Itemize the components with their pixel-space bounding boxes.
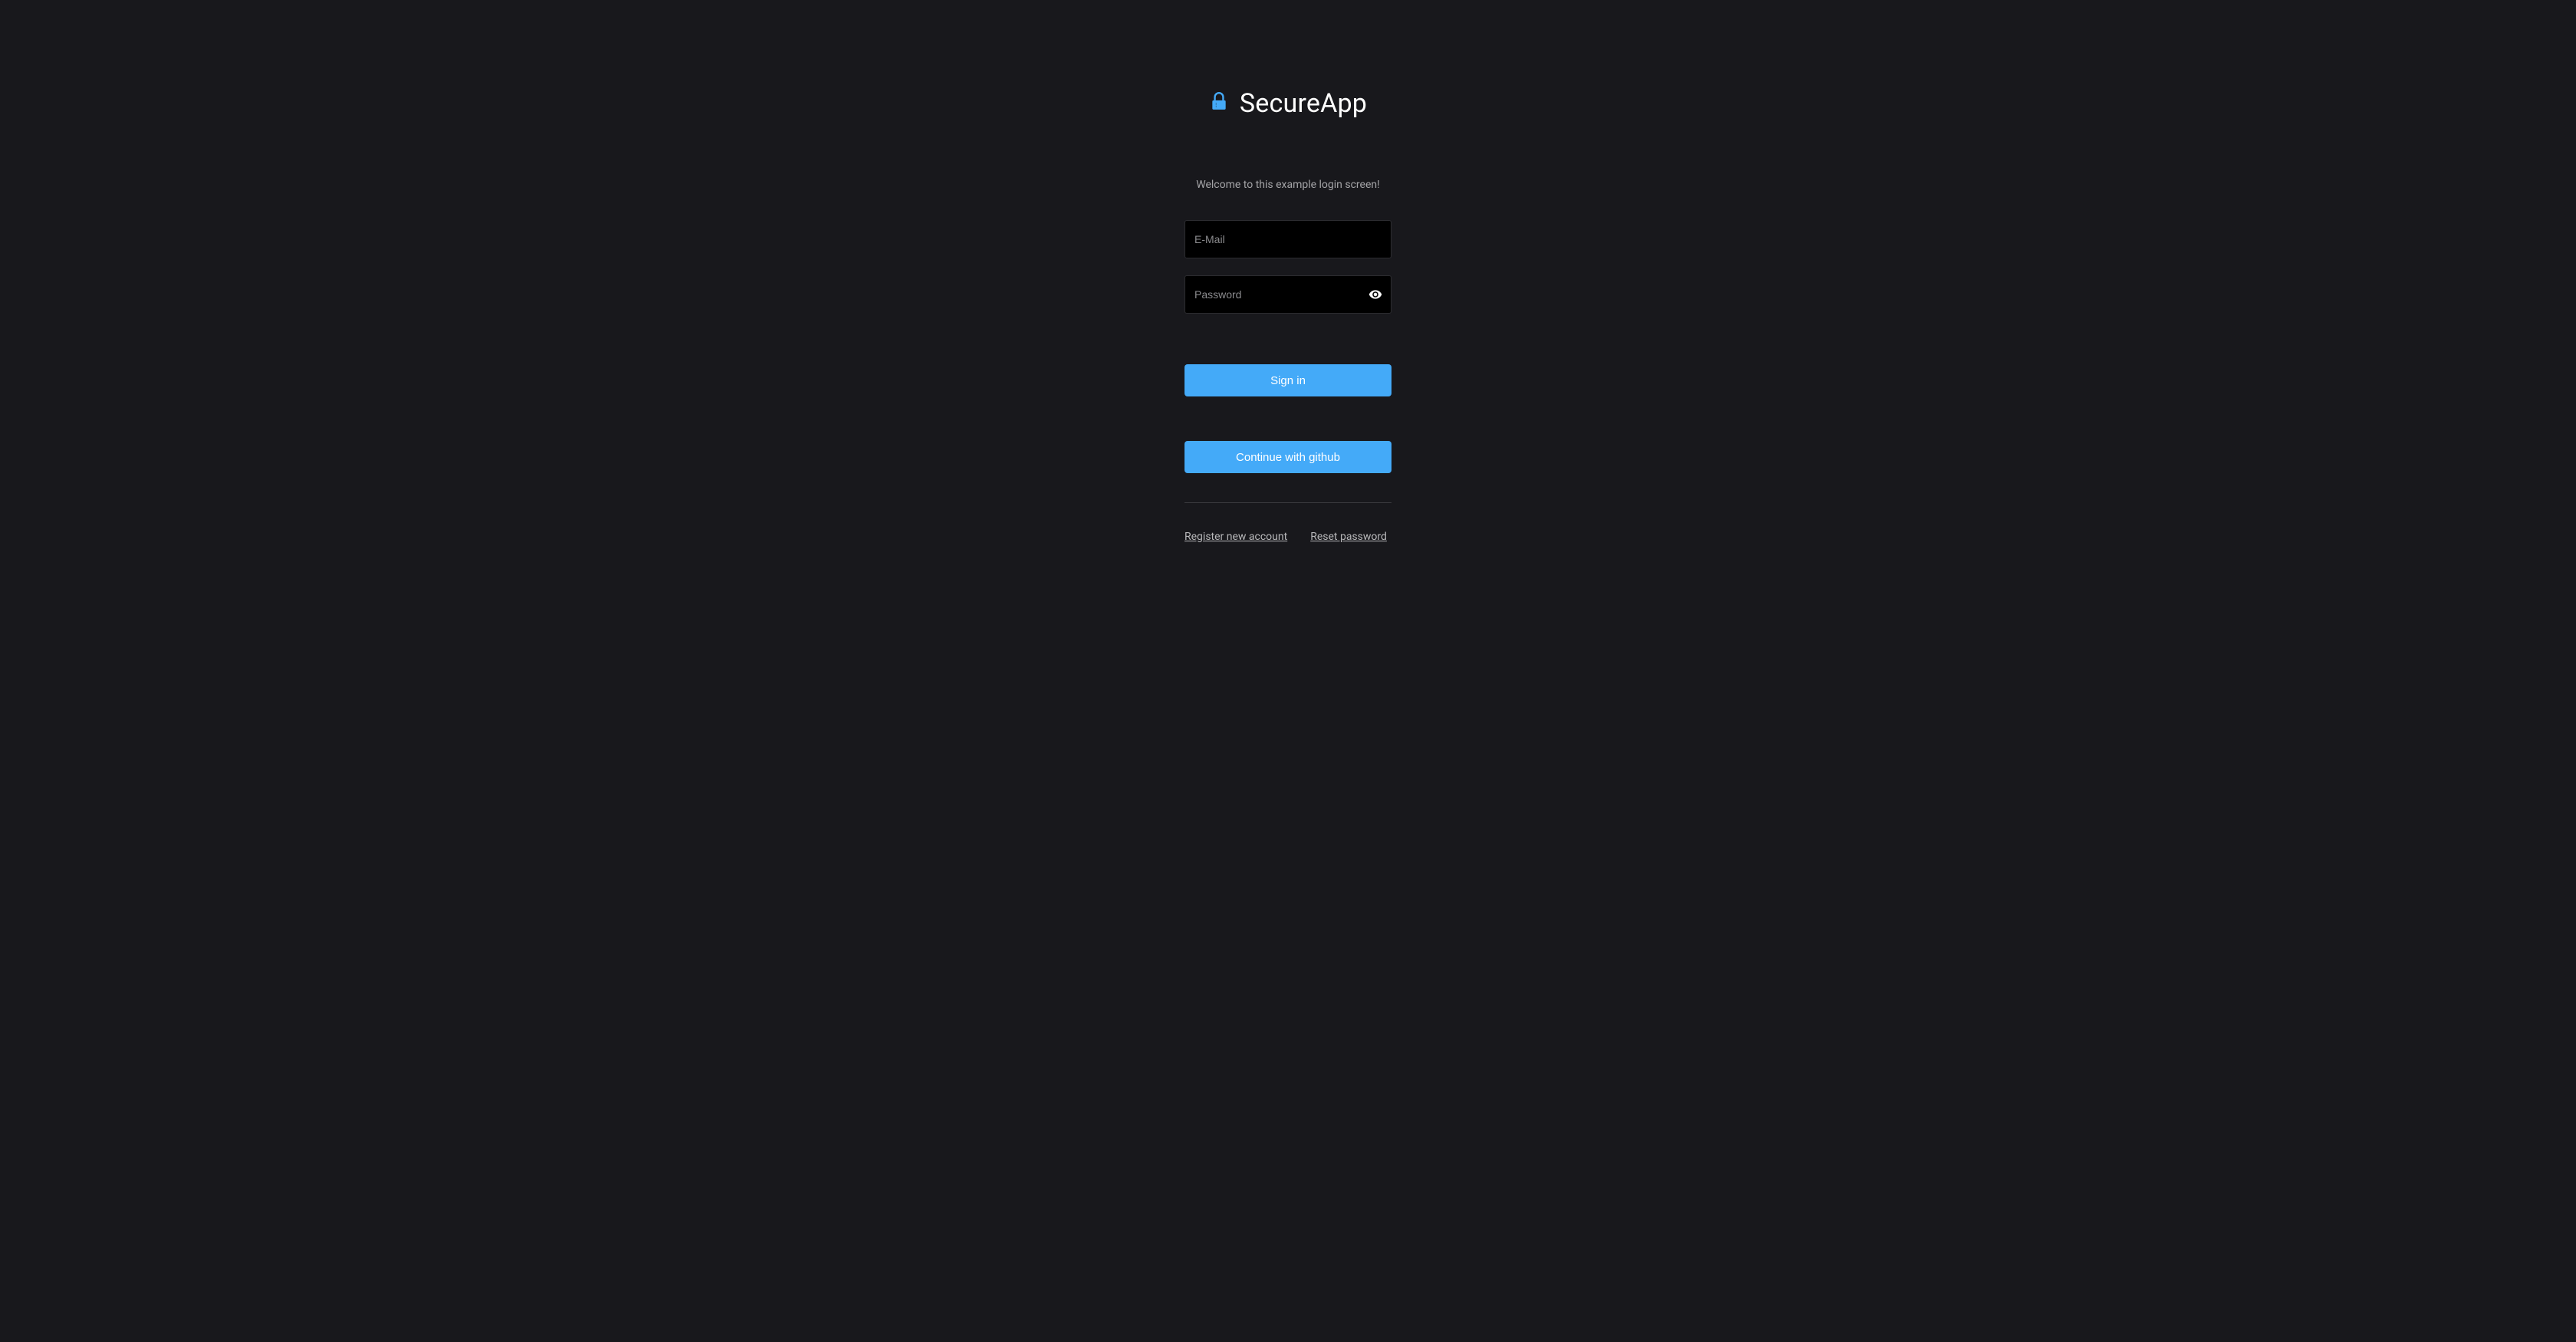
app-title: SecureApp	[1240, 88, 1367, 119]
login-form: Welcome to this example login screen! Si…	[1184, 179, 1392, 543]
password-field[interactable]	[1184, 275, 1392, 314]
continue-github-button[interactable]: Continue with github	[1184, 441, 1392, 473]
password-input-wrapper	[1184, 275, 1392, 314]
app-header: SecureApp	[1209, 88, 1367, 119]
divider	[1184, 502, 1392, 503]
reset-password-link[interactable]: Reset password	[1310, 531, 1387, 543]
register-link[interactable]: Register new account	[1184, 531, 1287, 543]
email-field[interactable]	[1184, 220, 1392, 258]
eye-icon[interactable]	[1368, 288, 1382, 301]
footer-links: Register new account Reset password	[1184, 531, 1392, 543]
lock-icon	[1209, 91, 1229, 113]
signin-button[interactable]: Sign in	[1184, 364, 1392, 396]
email-input-wrapper	[1184, 220, 1392, 258]
welcome-message: Welcome to this example login screen!	[1184, 179, 1392, 191]
